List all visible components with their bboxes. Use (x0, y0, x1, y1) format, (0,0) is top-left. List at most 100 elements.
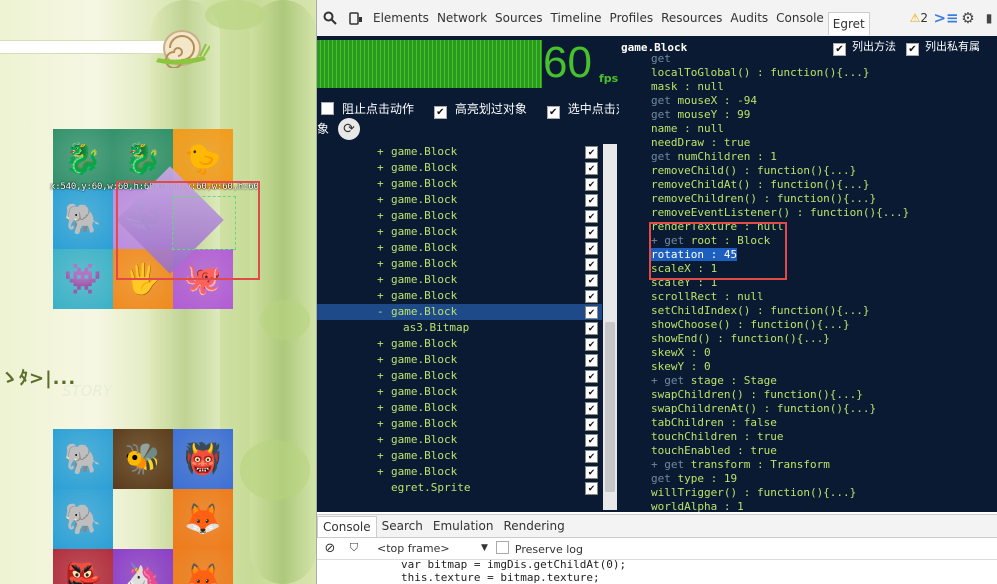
visible-checkbox[interactable]: ✔ (585, 258, 598, 271)
game-tile-orange-monster[interactable]: 🦊 (173, 549, 233, 584)
tab-network[interactable]: Network (433, 0, 491, 36)
game-canvas[interactable]: 🐉🐉🐤🐘🐳👾🖐🐙 x:540,y:60,w:60,h:60x:660,y:60,… (0, 0, 316, 584)
tree-scrollbar[interactable] (603, 144, 617, 510)
tree-node[interactable]: + game.Block ✔ (317, 448, 602, 464)
chevron-down-icon[interactable]: ▼ (481, 543, 488, 553)
property-row[interactable]: setChildIndex() : function(){...} (651, 304, 909, 318)
game-tile-blue-creature[interactable]: 🐘 (53, 489, 113, 549)
game-tile-blue-creature[interactable]: 🐘 (53, 429, 113, 489)
tree-node-toggle[interactable]: + (377, 384, 384, 400)
property-row[interactable]: willTrigger() : function(){...} (651, 486, 909, 500)
property-row[interactable]: needDraw : true (651, 136, 909, 150)
game-tile-blue-monster[interactable]: 👹 (173, 429, 233, 489)
drawer-tab-search[interactable]: Search (377, 516, 428, 536)
tree-node[interactable]: + game.Block ✔ (317, 208, 602, 224)
tab-egret[interactable]: Egret (827, 12, 870, 35)
tree-node[interactable]: + game.Block ✔ (317, 272, 602, 288)
tree-node[interactable]: + game.Block ✔ (317, 256, 602, 272)
tree-node-toggle[interactable]: + (377, 336, 384, 352)
tree-node-toggle[interactable]: + (377, 176, 384, 192)
property-row[interactable]: swapChildrenAt() : function(){...} (651, 402, 909, 416)
scrollbar-thumb[interactable] (605, 322, 615, 492)
property-row[interactable]: localToGlobal() : function(){...} (651, 66, 909, 80)
tree-node[interactable]: + game.Block ✔ (317, 192, 602, 208)
property-row[interactable]: removeChildAt() : function(){...} (651, 178, 909, 192)
property-row[interactable]: get mouseY : 99 (651, 108, 909, 122)
tree-node[interactable]: + game.Block ✔ (317, 288, 602, 304)
tree-node[interactable]: egret.Sprite ✔ (317, 480, 602, 496)
tree-node-toggle[interactable]: + (377, 368, 384, 384)
property-row[interactable]: removeChildren() : function(){...} (651, 192, 909, 206)
tree-node-toggle[interactable]: + (377, 400, 384, 416)
tab-profiles[interactable]: Profiles (606, 0, 658, 36)
checkbox-checked[interactable]: ✔ (546, 106, 560, 119)
property-row[interactable]: get type : 19 (651, 472, 909, 486)
property-row[interactable]: touchChildren : true (651, 430, 909, 444)
visible-checkbox[interactable]: ✔ (585, 386, 598, 399)
visible-checkbox[interactable]: ✔ (585, 450, 598, 463)
property-row[interactable]: skewX : 0 (651, 346, 909, 360)
visible-checkbox[interactable]: ✔ (585, 290, 598, 303)
game-tile-dragon[interactable]: 🐉 (53, 129, 113, 189)
property-row[interactable]: showEnd() : function(){...} (651, 332, 909, 346)
property-row[interactable]: name : null (651, 122, 909, 136)
clear-console-icon[interactable]: ⊘ (317, 541, 343, 556)
visible-checkbox[interactable]: ✔ (585, 418, 598, 431)
search-icon[interactable] (317, 0, 343, 36)
tree-node[interactable]: as3.Bitmap ✔ (317, 320, 602, 336)
visible-checkbox[interactable]: ✔ (585, 322, 598, 335)
property-row[interactable]: tabChildren : false (651, 416, 909, 430)
visible-checkbox[interactable]: ✔ (585, 402, 598, 415)
game-tile-purple[interactable]: 🦄 (113, 549, 173, 584)
tab-audits[interactable]: Audits (726, 0, 772, 36)
property-row[interactable]: skewY : 0 (651, 360, 909, 374)
visible-checkbox[interactable]: ✔ (585, 226, 598, 239)
preserve-log-option[interactable]: Preserve log (495, 540, 583, 556)
filter-icon[interactable]: ⛉ (343, 541, 365, 555)
warnings-indicator[interactable]: ⚠2 (910, 11, 928, 25)
option-highlight-hover[interactable]: ✔ 高亮划过对象 (433, 102, 535, 119)
tree-node-toggle[interactable]: + (377, 352, 384, 368)
visible-checkbox[interactable]: ✔ (585, 338, 598, 351)
device-icon[interactable] (343, 0, 369, 36)
tree-node[interactable]: + game.Block ✔ (317, 224, 602, 240)
tree-node-toggle[interactable]: + (377, 464, 384, 480)
refresh-icon[interactable]: ⟳ (338, 118, 360, 140)
property-row[interactable]: worldAlpha : 1 (651, 500, 909, 512)
tree-node[interactable]: - game.Block ✔ (317, 304, 602, 320)
tree-node[interactable]: + game.Block ✔ (317, 384, 602, 400)
tab-resources[interactable]: Resources (657, 0, 726, 36)
visible-checkbox[interactable]: ✔ (585, 146, 598, 159)
gear-icon[interactable]: ⚙ (956, 0, 980, 36)
game-tile-bee[interactable]: 🐝 (113, 429, 173, 489)
drawer-tab-console[interactable]: Console (317, 515, 377, 537)
tree-node-toggle[interactable]: + (377, 416, 384, 432)
tree-node[interactable]: + game.Block ✔ (317, 240, 602, 256)
game-tile-red-creature[interactable]: 👺 (53, 549, 113, 584)
tree-node[interactable]: + game.Block ✔ (317, 352, 602, 368)
game-tile-cyan-creature[interactable]: 👾 (53, 249, 113, 309)
property-row[interactable]: + get transform : Transform (651, 458, 909, 472)
tree-node[interactable]: + game.Block ✔ (317, 368, 602, 384)
drawer-tab-rendering[interactable]: Rendering (498, 516, 569, 536)
tree-node[interactable]: + game.Block ✔ (317, 416, 602, 432)
tree-node-toggle[interactable]: + (377, 240, 384, 256)
visible-checkbox[interactable]: ✔ (585, 210, 598, 223)
visible-checkbox[interactable]: ✔ (585, 354, 598, 367)
tab-console[interactable]: Console (772, 0, 828, 36)
property-row[interactable]: mask : null (651, 80, 909, 94)
checkbox[interactable] (495, 540, 509, 554)
option-list-private[interactable]: ✔ 列出私有属 (906, 38, 980, 56)
property-row[interactable]: showChoose() : function(){...} (651, 318, 909, 332)
dock-icon[interactable]: ▮ (980, 0, 997, 36)
property-row[interactable]: removeEventListener() : function(){...} (651, 206, 909, 220)
tree-node-toggle[interactable]: + (377, 272, 384, 288)
visible-checkbox[interactable]: ✔ (585, 242, 598, 255)
option-block-click[interactable]: 阻止点击动作 (321, 102, 422, 116)
tree-node[interactable]: + game.Block ✔ (317, 464, 602, 480)
property-row[interactable]: scrollRect : null (651, 290, 909, 304)
visible-checkbox[interactable]: ✔ (585, 194, 598, 207)
tree-node-toggle[interactable]: + (377, 224, 384, 240)
tree-node[interactable]: + game.Block ✔ (317, 160, 602, 176)
visible-checkbox[interactable]: ✔ (585, 482, 598, 495)
